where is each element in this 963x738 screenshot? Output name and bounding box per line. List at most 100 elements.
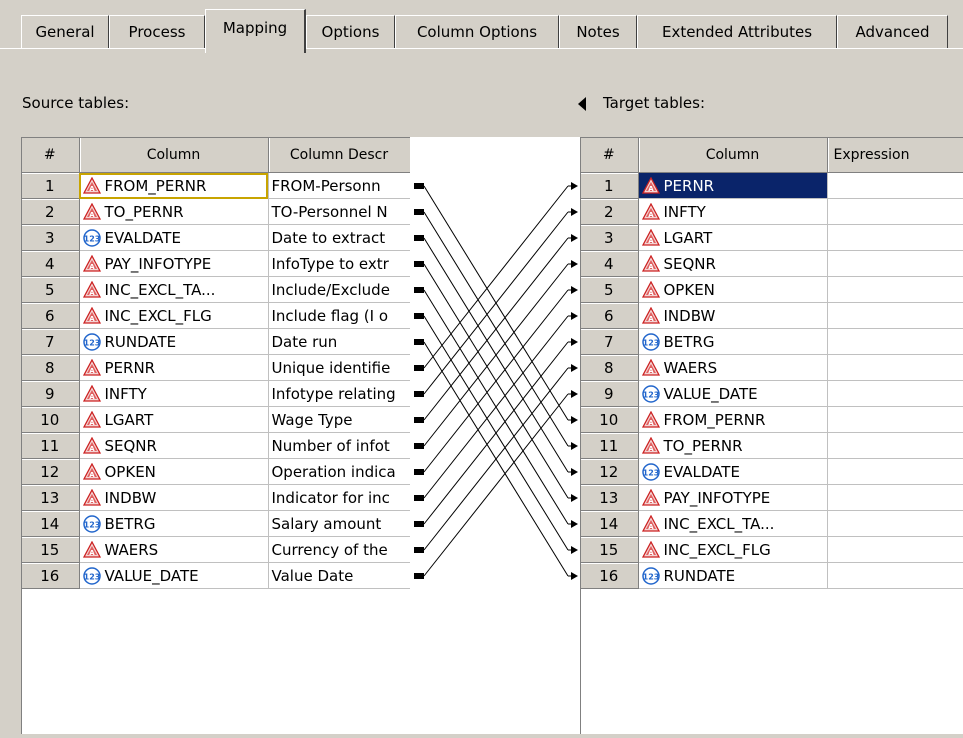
source-row[interactable]: 14 123 BETRG Salary amount <box>21 510 410 537</box>
source-column-cell[interactable]: A PAY_INFOTYPE <box>79 250 269 277</box>
target-column-cell[interactable]: A FROM_PERNR <box>638 406 828 433</box>
source-row-number[interactable]: 2 <box>21 198 80 225</box>
target-column-cell[interactable]: A INC_EXCL_FLG <box>638 536 828 563</box>
source-column-cell[interactable]: A WAERS <box>79 536 269 563</box>
source-row[interactable]: 9 A INFTY Infotype relating <box>21 380 410 407</box>
mapping-link[interactable] <box>414 364 578 553</box>
target-column-cell[interactable]: A PAY_INFOTYPE <box>638 484 828 511</box>
target-expression-cell[interactable] <box>827 536 963 563</box>
source-row[interactable]: 10 A LGART Wage Type <box>21 406 410 433</box>
source-row-number[interactable]: 14 <box>21 510 80 537</box>
target-expression-cell[interactable] <box>827 406 963 433</box>
target-column-cell[interactable]: 123 VALUE_DATE <box>638 380 828 407</box>
source-header-number[interactable]: # <box>21 137 80 173</box>
target-row[interactable]: 14 A INC_EXCL_TA... <box>580 510 963 537</box>
source-row-number[interactable]: 11 <box>21 432 80 459</box>
target-row[interactable]: 8 A WAERS <box>580 354 963 381</box>
target-row[interactable]: 4 A SEQNR <box>580 250 963 277</box>
source-column-cell[interactable]: 123 BETRG <box>79 510 269 537</box>
source-column-cell[interactable]: A TO_PERNR <box>79 198 269 225</box>
source-row-number[interactable]: 6 <box>21 302 80 329</box>
target-row[interactable]: 2 A INFTY <box>580 198 963 225</box>
target-expression-cell[interactable] <box>827 354 963 381</box>
source-row-number[interactable]: 5 <box>21 276 80 303</box>
source-row[interactable]: 5 A INC_EXCL_TA... Include/Exclude <box>21 276 410 303</box>
target-expression-cell[interactable] <box>827 562 963 589</box>
target-expression-cell[interactable] <box>827 484 963 511</box>
source-description-cell[interactable]: Date run <box>268 328 410 355</box>
source-row[interactable]: 1 A FROM_PERNR FROM-Personn <box>21 172 410 199</box>
target-expression-cell[interactable] <box>827 432 963 459</box>
target-column-cell[interactable]: A SEQNR <box>638 250 828 277</box>
source-column-cell[interactable]: 123 VALUE_DATE <box>79 562 269 589</box>
tab-general[interactable]: General <box>21 15 109 48</box>
target-row-number[interactable]: 13 <box>580 484 639 511</box>
source-description-cell[interactable]: Unique identifie <box>268 354 410 381</box>
target-row-number[interactable]: 10 <box>580 406 639 433</box>
source-column-cell[interactable]: A INC_EXCL_FLG <box>79 302 269 329</box>
target-expression-cell[interactable] <box>827 172 963 199</box>
source-row-number[interactable]: 15 <box>21 536 80 563</box>
target-column-cell[interactable]: 123 EVALDATE <box>638 458 828 485</box>
source-description-cell[interactable]: Infotype relating <box>268 380 410 407</box>
source-row[interactable]: 6 A INC_EXCL_FLG Include flag (I o <box>21 302 410 329</box>
source-row-number[interactable]: 1 <box>21 172 80 199</box>
source-description-cell[interactable]: Include/Exclude <box>268 276 410 303</box>
source-description-cell[interactable]: Wage Type <box>268 406 410 433</box>
source-row-number[interactable]: 10 <box>21 406 80 433</box>
source-column-cell[interactable]: A SEQNR <box>79 432 269 459</box>
source-description-cell[interactable]: Number of infot <box>268 432 410 459</box>
target-expression-cell[interactable] <box>827 510 963 537</box>
target-expression-cell[interactable] <box>827 276 963 303</box>
source-column-cell[interactable]: A OPKEN <box>79 458 269 485</box>
target-header-number[interactable]: # <box>580 137 639 173</box>
target-row-number[interactable]: 2 <box>580 198 639 225</box>
target-row-number[interactable]: 14 <box>580 510 639 537</box>
target-row-number[interactable]: 7 <box>580 328 639 355</box>
collapse-arrow-icon[interactable] <box>578 97 586 111</box>
mapping-link[interactable] <box>414 390 578 579</box>
target-row[interactable]: 16 123 RUNDATE <box>580 562 963 589</box>
source-row-number[interactable]: 4 <box>21 250 80 277</box>
target-row-number[interactable]: 5 <box>580 276 639 303</box>
source-row[interactable]: 2 A TO_PERNR TO-Personnel N <box>21 198 410 225</box>
source-description-cell[interactable]: Date to extract <box>268 224 410 251</box>
source-row-number[interactable]: 8 <box>21 354 80 381</box>
target-row[interactable]: 6 A INDBW <box>580 302 963 329</box>
target-expression-cell[interactable] <box>827 302 963 329</box>
target-header-expression[interactable]: Expression <box>827 137 963 173</box>
target-row-number[interactable]: 6 <box>580 302 639 329</box>
target-column-cell[interactable]: A LGART <box>638 224 828 251</box>
source-row[interactable]: 16 123 VALUE_DATE Value Date <box>21 562 410 589</box>
target-row[interactable]: 9 123 VALUE_DATE <box>580 380 963 407</box>
target-row-number[interactable]: 16 <box>580 562 639 589</box>
source-description-cell[interactable]: Include flag (I o <box>268 302 410 329</box>
target-row-number[interactable]: 8 <box>580 354 639 381</box>
tab-process[interactable]: Process <box>109 15 205 48</box>
target-header-column[interactable]: Column <box>638 137 828 173</box>
target-expression-cell[interactable] <box>827 380 963 407</box>
source-row[interactable]: 3 123 EVALDATE Date to extract <box>21 224 410 251</box>
tab-extended-attributes[interactable]: Extended Attributes <box>637 15 837 48</box>
target-row[interactable]: 7 123 BETRG <box>580 328 963 355</box>
source-header-column[interactable]: Column <box>79 137 269 173</box>
target-row[interactable]: 13 A PAY_INFOTYPE <box>580 484 963 511</box>
target-row-number[interactable]: 3 <box>580 224 639 251</box>
source-description-cell[interactable]: FROM-Personn <box>268 172 410 199</box>
target-column-cell[interactable]: A OPKEN <box>638 276 828 303</box>
source-column-cell[interactable]: A INDBW <box>79 484 269 511</box>
source-column-cell[interactable]: A INFTY <box>79 380 269 407</box>
source-row-number[interactable]: 3 <box>21 224 80 251</box>
tab-notes[interactable]: Notes <box>559 15 637 48</box>
target-column-cell[interactable]: A INC_EXCL_TA... <box>638 510 828 537</box>
source-header-description[interactable]: Column Descr <box>268 137 410 173</box>
source-description-cell[interactable]: Currency of the <box>268 536 410 563</box>
tab-advanced[interactable]: Advanced <box>837 15 948 48</box>
target-row-number[interactable]: 11 <box>580 432 639 459</box>
source-description-cell[interactable]: Operation indica <box>268 458 410 485</box>
target-expression-cell[interactable] <box>827 198 963 225</box>
source-row[interactable]: 8 A PERNR Unique identifie <box>21 354 410 381</box>
source-column-cell[interactable]: A LGART <box>79 406 269 433</box>
target-column-cell[interactable]: A PERNR <box>638 172 828 199</box>
target-expression-cell[interactable] <box>827 224 963 251</box>
